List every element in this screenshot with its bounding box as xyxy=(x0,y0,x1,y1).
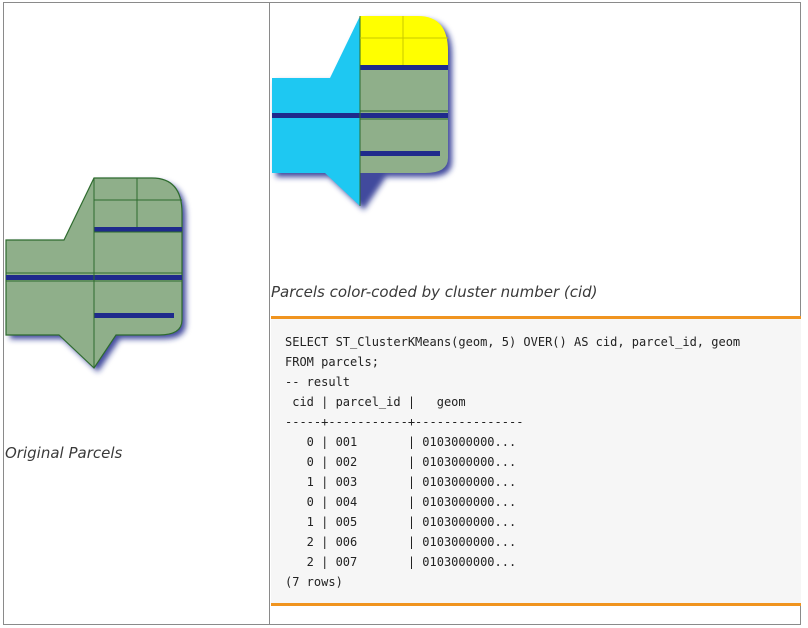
cluster-separator xyxy=(360,65,448,70)
parcel-separator xyxy=(94,313,174,318)
code-line: cid | parcel_id | geom xyxy=(285,395,466,409)
code-line: -----+-----------+--------------- xyxy=(285,415,524,429)
code-line: 1 | 005 | 0103000000... xyxy=(285,515,517,529)
original-parcels-cell: Original Parcels xyxy=(4,3,269,624)
cluster-yellow-parcels xyxy=(360,16,448,65)
cluster-separator xyxy=(360,151,440,156)
code-line: 2 | 006 | 0103000000... xyxy=(285,535,517,549)
sql-code-block: SELECT ST_ClusterKMeans(geom, 5) OVER() … xyxy=(271,316,801,606)
code-line: 1 | 003 | 0103000000... xyxy=(285,475,517,489)
code-line: 0 | 004 | 0103000000... xyxy=(285,495,517,509)
parcel-separator xyxy=(94,227,182,232)
code-line: SELECT ST_ClusterKMeans(geom, 5) OVER() … xyxy=(285,335,741,349)
code-line: 2 | 007 | 0103000000... xyxy=(285,555,517,569)
code-line: FROM parcels; xyxy=(285,355,379,369)
clustered-parcels-map xyxy=(272,16,452,210)
code-line: 0 | 002 | 0103000000... xyxy=(285,455,517,469)
original-parcels-map xyxy=(5,177,186,372)
code-line: (7 rows) xyxy=(285,575,343,589)
document-table: Original Parcels Parcels color-coded by … xyxy=(3,2,801,625)
clustered-parcels-cell: Parcels color-coded by cluster number (c… xyxy=(270,3,801,624)
code-line: -- result xyxy=(285,375,351,389)
code-line: 0 | 001 | 0103000000... xyxy=(285,435,517,449)
clustered-parcels-caption: Parcels color-coded by cluster number (c… xyxy=(271,283,598,301)
original-parcels-caption: Original Parcels xyxy=(5,444,123,462)
cluster-cyan-parcels xyxy=(272,16,360,206)
cluster-green-parcels xyxy=(360,70,448,173)
